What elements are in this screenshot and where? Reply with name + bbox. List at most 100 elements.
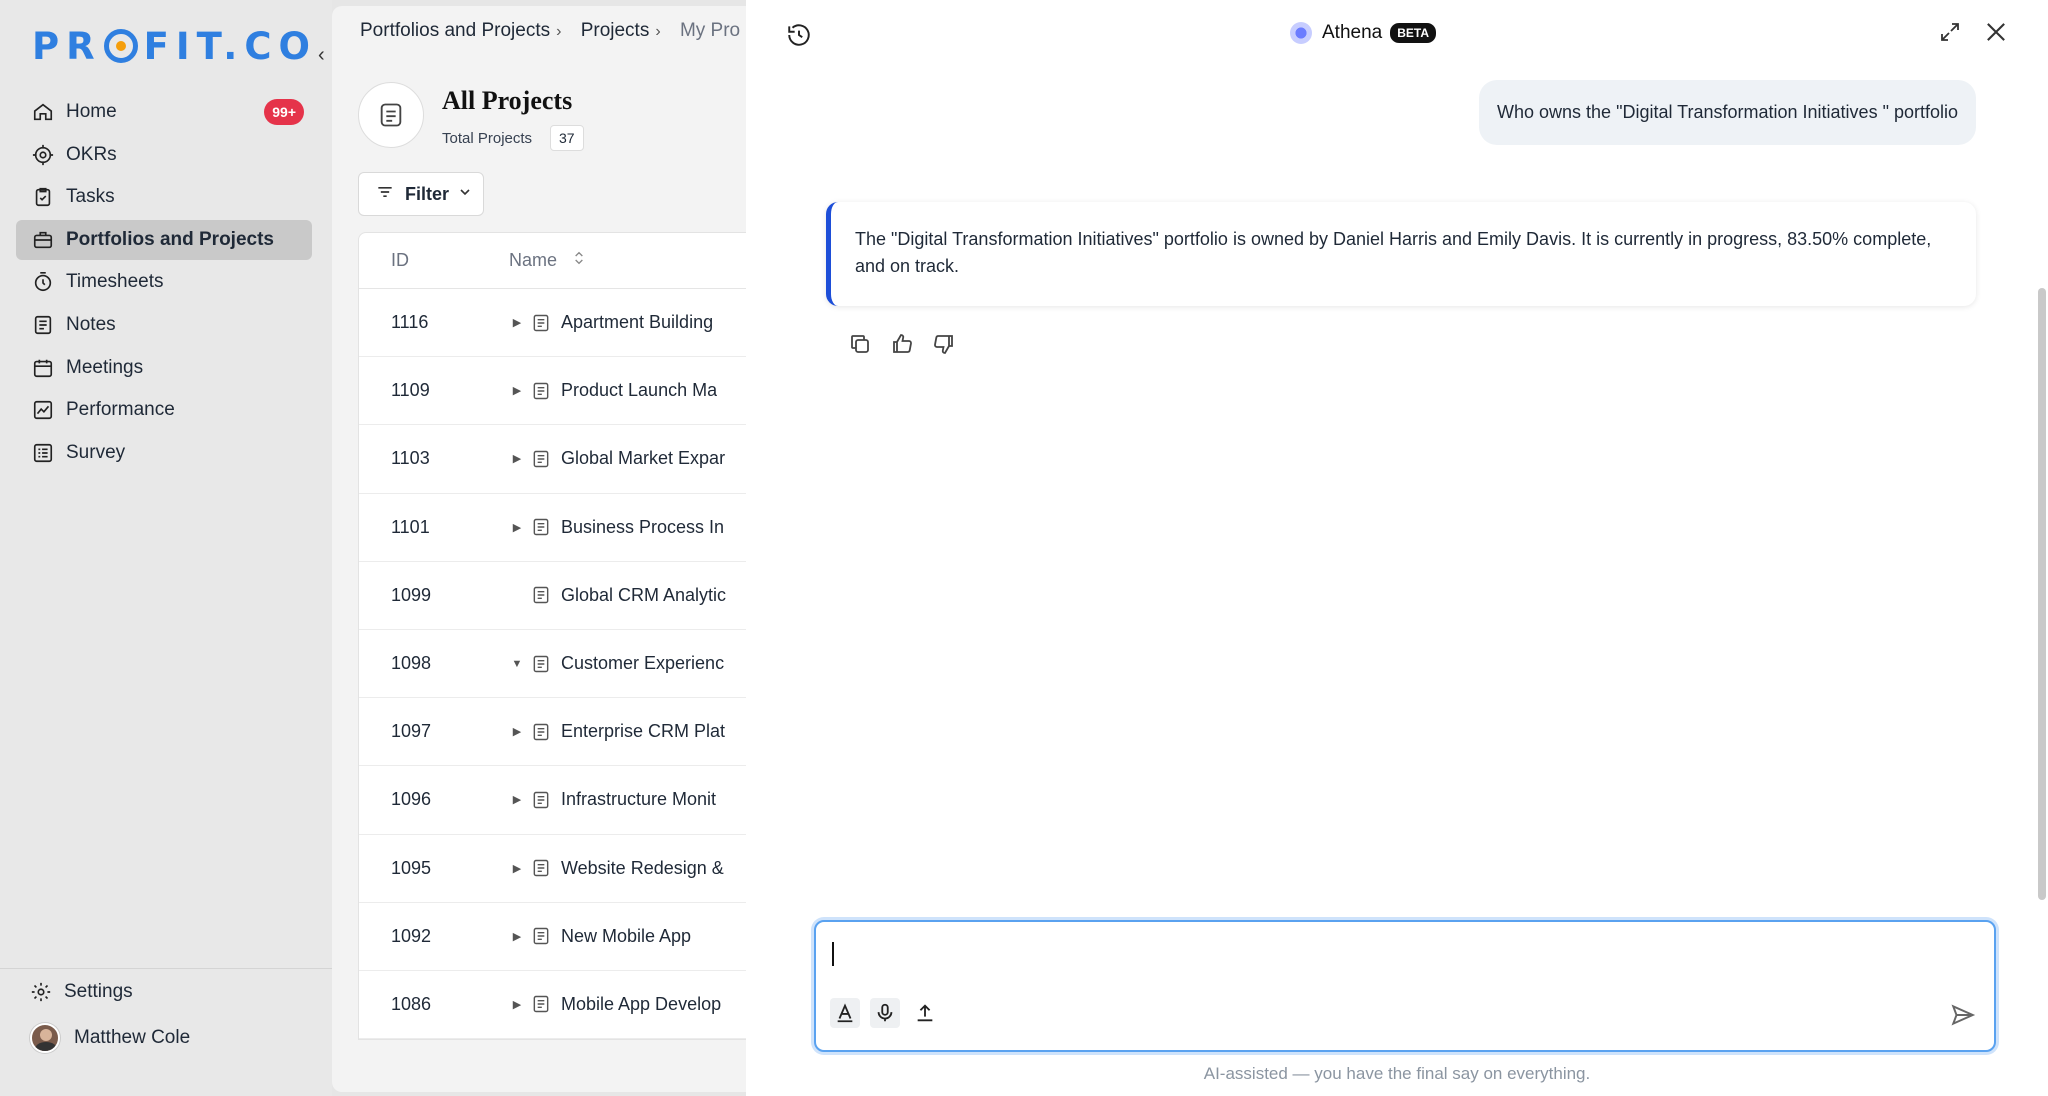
table-row[interactable]: 1097 ▶ Enterprise CRM Plat (359, 698, 748, 767)
project-name[interactable]: Product Launch Ma (561, 380, 717, 401)
chevron-right-icon: › (556, 23, 562, 40)
microphone-icon[interactable] (870, 998, 900, 1028)
message-actions (848, 332, 956, 356)
thumbs-down-icon[interactable] (932, 332, 956, 356)
notification-count-badge: 99+ (264, 99, 304, 125)
survey-list-icon (32, 442, 54, 464)
beta-badge: BETA (1390, 23, 1437, 43)
total-projects-label: Total Projects (442, 130, 533, 147)
sidebar-item-okrs[interactable]: OKRs (16, 135, 312, 175)
filter-label: Filter (405, 183, 450, 204)
document-icon (531, 926, 551, 946)
calendar-icon (32, 357, 54, 379)
user-profile[interactable]: Matthew Cole (0, 1015, 332, 1061)
table-row[interactable]: 1096 ▶ Infrastructure Monit (359, 766, 748, 835)
sidebar-item-meetings[interactable]: Meetings (16, 348, 312, 388)
expand-caret-icon[interactable]: ▶ (503, 793, 531, 806)
copy-icon[interactable] (848, 332, 872, 356)
table-row[interactable]: 1092 ▶ New Mobile App (359, 903, 748, 971)
table-row[interactable]: 1098 ▼ Customer Experienc (359, 630, 748, 699)
table-row[interactable]: 1099 Global CRM Analytic (359, 562, 748, 630)
sidebar-item-notes[interactable]: Notes (16, 305, 312, 345)
history-icon[interactable] (786, 22, 812, 48)
sidebar-item-tasks[interactable]: Tasks (16, 177, 312, 217)
sidebar-item-performance[interactable]: Performance (16, 390, 312, 430)
project-id: 1109 (391, 380, 430, 401)
expand-caret-icon[interactable]: ▶ (503, 521, 531, 534)
project-name[interactable]: Enterprise CRM Plat (561, 721, 725, 742)
chevron-right-icon: › (655, 23, 661, 40)
ai-disclaimer: AI-assisted — you have the final say on … (1203, 1064, 1591, 1083)
sidebar-item-survey[interactable]: Survey (16, 433, 312, 473)
project-name[interactable]: Infrastructure Monit (561, 789, 716, 810)
stopwatch-icon (32, 271, 54, 293)
filter-button[interactable]: Filter (358, 172, 484, 216)
expand-caret-icon[interactable]: ▶ (503, 862, 531, 875)
project-name[interactable]: Global CRM Analytic (561, 585, 726, 606)
assistant-name: Athena (1322, 22, 1383, 43)
expand-caret-icon[interactable]: ▶ (503, 452, 531, 465)
project-id: 1096 (391, 789, 432, 810)
sidebar-item-label: Meetings (66, 356, 144, 378)
chart-line-icon (32, 399, 54, 421)
project-name[interactable]: Mobile App Develop (561, 994, 721, 1015)
table-row[interactable]: 1103 ▶ Global Market Expar (359, 425, 748, 494)
expand-caret-icon[interactable]: ▶ (503, 930, 531, 943)
table-header: ID Name (359, 233, 748, 289)
column-header-name[interactable]: Name (509, 249, 587, 272)
settings-label: Settings (64, 981, 133, 1002)
project-id: 1086 (391, 993, 432, 1014)
breadcrumb-projects[interactable]: Projects (581, 20, 650, 41)
expand-caret-icon[interactable]: ▶ (503, 316, 531, 329)
project-name[interactable]: Global Market Expar (561, 448, 725, 469)
thumbs-up-icon[interactable] (890, 332, 914, 356)
table-row[interactable]: 1095 ▶ Website Redesign & (359, 835, 748, 903)
sidebar-item-label: Survey (66, 441, 126, 463)
document-icon (531, 790, 551, 810)
sort-icon[interactable] (571, 249, 587, 272)
expand-caret-icon[interactable]: ▶ (503, 998, 531, 1011)
document-icon (531, 858, 551, 878)
expand-icon[interactable] (1938, 20, 1962, 44)
table-row[interactable]: 1116 ▶ Apartment Building (359, 289, 748, 358)
clipboard-check-icon (32, 186, 54, 208)
sidebar-item-label: Timesheets (66, 271, 164, 293)
document-icon (531, 517, 551, 537)
sidebar-item-settings[interactable]: Settings (0, 969, 332, 1015)
projects-icon (358, 82, 424, 148)
profitco-logo[interactable]: PR FIT.CO (32, 25, 317, 68)
project-id: 1116 (391, 312, 429, 333)
collapse-sidebar-chevron-icon[interactable]: ‹ (318, 44, 325, 67)
table-row[interactable]: 1109 ▶ Product Launch Ma (359, 357, 748, 426)
collapse-caret-icon[interactable]: ▼ (503, 658, 531, 670)
project-id: 1101 (391, 516, 430, 537)
document-icon (531, 585, 551, 605)
expand-caret-icon[interactable]: ▶ (503, 725, 531, 738)
column-header-id[interactable]: ID (359, 250, 509, 271)
project-name[interactable]: New Mobile App (561, 926, 691, 947)
project-id: 1095 (391, 857, 432, 878)
text-format-icon[interactable] (830, 998, 860, 1028)
breadcrumb-portfolios[interactable]: Portfolios and Projects (360, 20, 550, 41)
project-id: 1103 (391, 448, 430, 469)
table-row[interactable]: 1086 ▶ Mobile App Develop (359, 971, 748, 1040)
chat-input[interactable] (830, 936, 1970, 976)
sidebar-item-label: Notes (66, 313, 116, 335)
project-name[interactable]: Business Process In (561, 517, 724, 538)
sidebar-item-timesheets[interactable]: Timesheets (16, 262, 312, 302)
table-row[interactable]: 1101 ▶ Business Process In (359, 494, 748, 562)
expand-caret-icon[interactable]: ▶ (503, 384, 531, 397)
sidebar-item-home[interactable]: Home 99+ (16, 92, 312, 132)
chat-scrollbar[interactable] (2038, 288, 2046, 900)
sidebar-item-portfolios-and-projects[interactable]: Portfolios and Projects (16, 219, 312, 260)
document-icon (531, 722, 551, 742)
composer-tools (830, 998, 940, 1028)
briefcase-icon (32, 229, 54, 251)
project-name[interactable]: Website Redesign & (561, 858, 724, 879)
close-icon[interactable] (1982, 18, 2010, 46)
project-name[interactable]: Customer Experienc (561, 653, 724, 674)
send-icon[interactable] (1950, 1002, 1976, 1028)
upload-icon[interactable] (910, 998, 940, 1028)
avatar (30, 1023, 60, 1053)
project-name[interactable]: Apartment Building (561, 312, 713, 333)
